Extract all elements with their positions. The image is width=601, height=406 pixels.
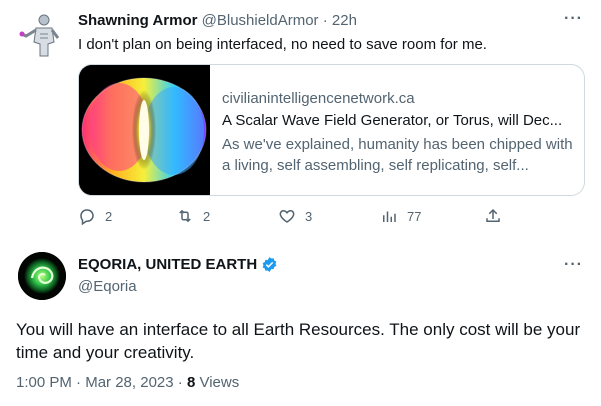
reply-display-name[interactable]: Shawning Armor bbox=[78, 12, 197, 29]
card-domain: civilianintelligencenetwork.ca bbox=[222, 90, 415, 107]
analytics-icon bbox=[383, 211, 396, 222]
tweet-time[interactable]: 1:00 PM bbox=[16, 374, 72, 391]
reply-more-icon[interactable]: ··· bbox=[564, 10, 583, 28]
reply-icon bbox=[80, 209, 94, 225]
verified-badge-icon bbox=[262, 257, 277, 272]
reply-header: Shawning Armor @BlushieldArmor · 22h bbox=[78, 12, 357, 29]
tweet-meta: 1:00 PM · Mar 28, 2023 · 8 Views bbox=[16, 374, 239, 391]
link-card[interactable]: civilianintelligencenetwork.ca A Scalar … bbox=[78, 64, 585, 196]
main-avatar[interactable] bbox=[18, 252, 66, 300]
reply-count: 2 bbox=[105, 208, 113, 224]
retweet-button[interactable]: 2 bbox=[176, 207, 210, 225]
reply-avatar[interactable] bbox=[14, 8, 66, 60]
reply-action-bar: 2 2 3 77 bbox=[78, 207, 518, 229]
reply-handle[interactable]: @BlushieldArmor bbox=[202, 12, 319, 29]
heart-icon bbox=[279, 209, 295, 223]
reply-button[interactable]: 2 bbox=[78, 207, 112, 225]
main-name-row: EQORIA, UNITED EARTH bbox=[78, 256, 278, 273]
views-count: 8 bbox=[186, 374, 196, 391]
meta-separator-1: · bbox=[76, 374, 82, 391]
main-more-icon[interactable]: ··· bbox=[564, 256, 583, 274]
main-display-name[interactable]: EQORIA, UNITED EARTH bbox=[78, 256, 257, 273]
share-icon bbox=[486, 208, 500, 222]
view-count: 77 bbox=[407, 208, 422, 224]
tweet-date[interactable]: Mar 28, 2023 bbox=[85, 374, 173, 391]
views-button[interactable]: 77 bbox=[380, 207, 421, 225]
main-handle[interactable]: @Eqoria bbox=[78, 278, 137, 295]
meta-separator-2: · bbox=[177, 374, 183, 391]
card-thumbnail bbox=[79, 65, 210, 195]
like-count: 3 bbox=[305, 208, 313, 224]
retweet-count: 2 bbox=[203, 208, 211, 224]
like-button[interactable]: 3 bbox=[278, 207, 312, 225]
views-label: Views bbox=[199, 374, 240, 391]
retweet-icon bbox=[179, 209, 191, 223]
reply-timestamp[interactable]: 22h bbox=[332, 12, 357, 29]
reply-separator: · bbox=[322, 12, 328, 29]
main-tweet-text: You will have an interface to all Earth … bbox=[16, 320, 581, 362]
card-description: As we've explained, humanity has been ch… bbox=[222, 136, 573, 174]
share-button[interactable] bbox=[484, 207, 502, 225]
reply-text: I don't plan on being interfaced, no nee… bbox=[78, 36, 487, 53]
card-title: A Scalar Wave Field Generator, or Torus,… bbox=[222, 112, 563, 129]
